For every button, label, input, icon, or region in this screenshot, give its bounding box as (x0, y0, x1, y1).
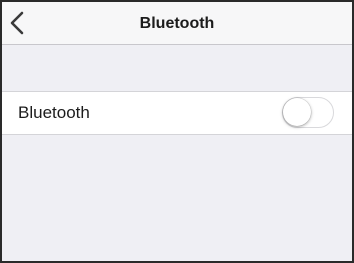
bluetooth-toggle[interactable] (282, 97, 334, 128)
navigation-bar: Bluetooth (2, 2, 352, 45)
toggle-knob (283, 98, 311, 126)
phone-screen: Bluetooth Bluetooth (0, 0, 354, 263)
bluetooth-setting-row: Bluetooth (2, 91, 352, 135)
bluetooth-label: Bluetooth (18, 103, 90, 122)
page-title: Bluetooth (139, 15, 215, 32)
